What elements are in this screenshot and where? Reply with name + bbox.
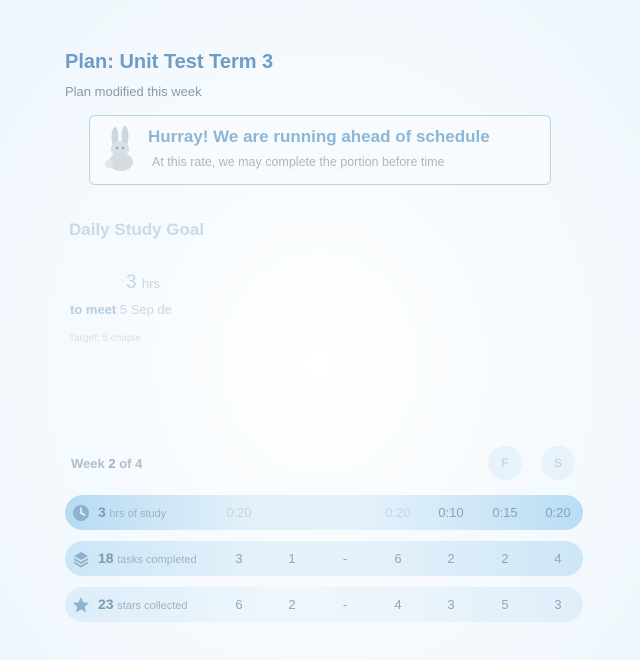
goal-meet-prefix: to meet bbox=[70, 302, 117, 317]
stars-collected-row: 23 stars collected 6 2 - 4 3 5 3 bbox=[65, 587, 583, 622]
tasks-cell: 2 bbox=[447, 551, 455, 566]
goal-hours-unit: hrs bbox=[141, 276, 160, 291]
plan-title: Plan: Unit Test Term 3 bbox=[65, 51, 274, 73]
study-hours-label: hrs of study bbox=[109, 508, 167, 520]
study-hours-cell: 0:15 bbox=[492, 505, 518, 520]
study-plan-page: Plan: Unit Test Term 3 Plan modified thi… bbox=[0, 0, 640, 660]
plan-modified-note: Plan modified this week bbox=[65, 84, 202, 99]
tasks-cell: 2 bbox=[501, 551, 509, 566]
tasks-cell: - bbox=[342, 551, 348, 566]
stars-cell: 3 bbox=[554, 597, 562, 612]
tasks-completed-row: 18 tasks completed 3 1 - 6 2 2 4 bbox=[65, 541, 583, 576]
ahead-of-schedule-banner: Hurray! We are running ahead of schedule… bbox=[89, 115, 551, 185]
daily-goal-hours: 3 hrs bbox=[126, 272, 160, 294]
study-hours-cell: 0:20 bbox=[385, 505, 411, 520]
study-hours-count: 3 bbox=[98, 504, 106, 520]
banner-title: Hurray! We are running ahead of schedule bbox=[148, 127, 490, 146]
stars-cell: 6 bbox=[235, 597, 243, 612]
week-label-prefix: Week bbox=[71, 456, 105, 471]
stars-cell: 5 bbox=[501, 597, 509, 612]
tasks-cell: 4 bbox=[554, 551, 562, 566]
stars-label: stars collected bbox=[117, 600, 188, 612]
study-hours-summary: 3 hrs of study bbox=[98, 504, 166, 520]
week-indicator: Week 2 of 4 bbox=[71, 456, 142, 471]
goal-deadline: to meet 5 Sep de bbox=[70, 302, 172, 317]
goal-target: Target: 5 chapte bbox=[69, 333, 141, 344]
clock-icon bbox=[73, 505, 89, 521]
stars-count: 23 bbox=[98, 596, 114, 612]
daily-goal-title: Daily Study Goal bbox=[69, 220, 205, 239]
day-header-friday[interactable]: F bbox=[488, 446, 522, 480]
star-icon bbox=[73, 597, 89, 613]
stars-cell: 2 bbox=[288, 597, 296, 612]
tasks-count: 18 bbox=[98, 550, 114, 566]
tasks-cell: 3 bbox=[235, 551, 243, 566]
week-current: 2 bbox=[108, 456, 116, 471]
study-hours-cell: 0:10 bbox=[438, 505, 464, 520]
goal-hours-value: 3 bbox=[126, 272, 137, 293]
day-header-saturday[interactable]: S bbox=[541, 446, 575, 480]
tasks-cell: 6 bbox=[394, 551, 402, 566]
bunny-icon bbox=[105, 126, 133, 171]
stars-cell: - bbox=[342, 597, 348, 612]
stars-cell: 3 bbox=[447, 597, 455, 612]
study-hours-row: 3 hrs of study 0:20 0:20 0:10 0:15 0:20 bbox=[65, 495, 583, 530]
tasks-label: tasks completed bbox=[117, 554, 197, 566]
layers-icon bbox=[73, 552, 89, 568]
tasks-summary: 18 tasks completed bbox=[98, 550, 197, 566]
study-hours-cell: 0:20 bbox=[226, 505, 252, 520]
study-hours-cell: 0:20 bbox=[545, 505, 571, 520]
week-label-suffix: of 4 bbox=[119, 456, 143, 471]
goal-meet-date: 5 Sep de bbox=[119, 302, 172, 317]
banner-subtitle: At this rate, we may complete the portio… bbox=[152, 155, 445, 169]
tasks-cell: 1 bbox=[288, 551, 296, 566]
stars-summary: 23 stars collected bbox=[98, 596, 188, 612]
stars-cell: 4 bbox=[394, 597, 402, 612]
